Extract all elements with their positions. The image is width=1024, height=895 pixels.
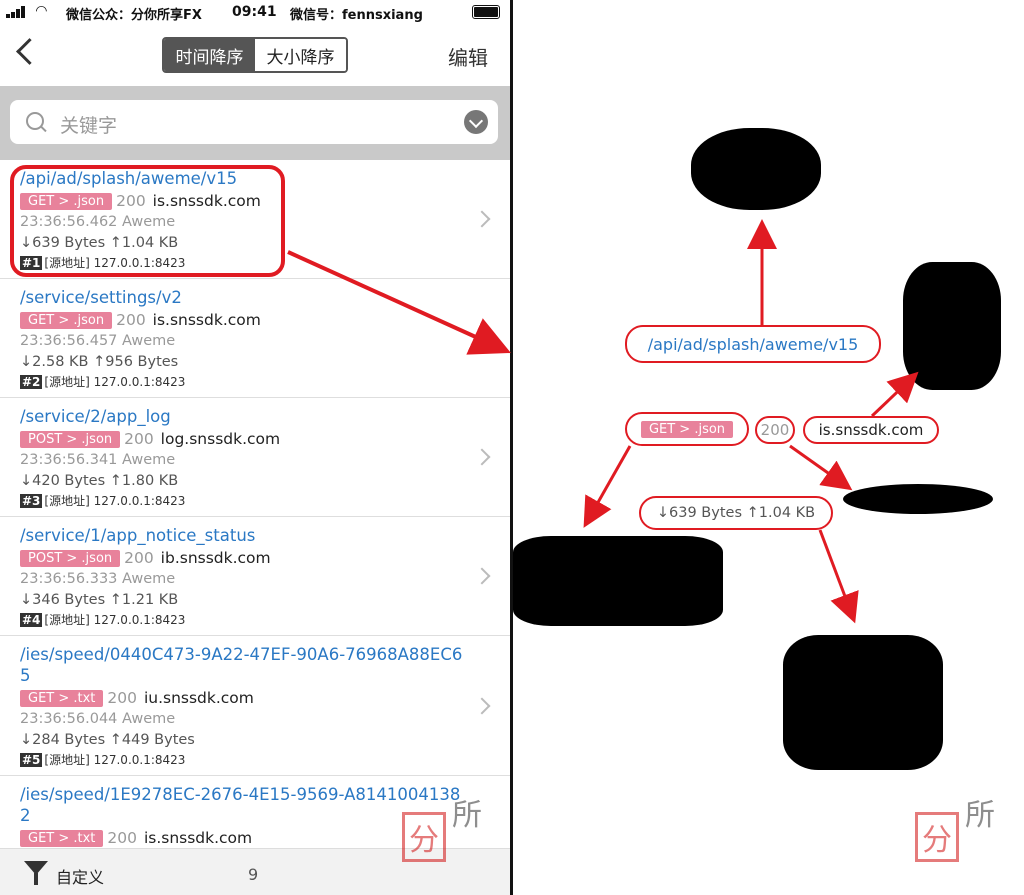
battery-icon [472,5,500,19]
bytes: ↓420 Bytes ↑1.80 KB [20,473,179,489]
nav-bar: 时间降序 大小降序 编辑 [0,24,510,86]
source-address: [源地址] 127.0.0.1:8423 [44,613,186,627]
search-input[interactable]: 关键字 [10,100,498,144]
redaction-scribble [783,635,943,770]
time-app: 23:36:56.341 Aweme [20,452,176,468]
method-tag: POST > .json [20,431,121,448]
time-app: 23:36:56.457 Aweme [20,333,176,349]
source-address: [源地址] 127.0.0.1:8423 [44,494,186,508]
bytes-bubble: ↓639 Bytes ↑1.04 KB [639,496,833,530]
search-bar-area: 关键字 [0,86,510,160]
request-path: /service/1/app_notice_status [20,526,256,545]
host: ib.snssdk.com [160,549,271,567]
method-tag: GET > .txt [20,690,104,707]
request-path: /ies/speed/0440C473-9A22-47EF-90A6-76968… [20,645,463,685]
source-address: [源地址] 127.0.0.1:8423 [44,753,186,767]
watermark-char: 所 [965,798,995,833]
filter-icon[interactable] [24,861,48,885]
list-item[interactable]: /service/settings/v2 GET > .json 200 is.s… [0,279,510,398]
edit-button[interactable]: 编辑 [448,42,488,71]
method-tag: GET > .json [20,312,113,329]
redaction-scribble [843,484,993,514]
signal-icon [6,6,30,18]
time-app: 23:36:56.333 Aweme [20,571,176,587]
method-tag: GET > .json [640,420,734,438]
request-count: 9 [248,865,259,884]
host: is.snssdk.com [152,311,261,329]
time-app: 23:36:56.044 Aweme [20,711,176,727]
phone-screen: ◠ 微信公众：分你所享FX 09:41 微信号：fennsxiang 时间降序 … [0,0,510,895]
host: is.snssdk.com [143,829,253,847]
seg-time-desc[interactable]: 时间降序 [164,39,255,71]
highlight-box [10,165,285,277]
status-code: 200 [124,549,154,567]
chevron-down-icon[interactable] [464,110,488,134]
path-bubble: /api/ad/splash/aweme/v15 [625,325,881,363]
bytes: ↓284 Bytes ↑449 Bytes [20,732,195,748]
seg-size-desc[interactable]: 大小降序 [255,39,346,71]
status-left-text: 微信公众：分你所享FX [66,8,202,23]
bytes: ↓2.58 KB ↑956 Bytes [20,354,179,370]
status-bubble: 200 [755,416,795,444]
redaction-scribble [513,536,723,626]
source-address: [源地址] 127.0.0.1:8423 [44,375,186,389]
watermark-char: 分 [402,812,446,862]
watermark-char: 分 [915,812,959,862]
search-placeholder: 关键字 [60,115,118,137]
host: log.snssdk.com [160,430,281,448]
request-number: #2 [20,375,43,389]
request-path: /service/settings/v2 [20,288,182,307]
wifi-icon: ◠ [36,3,47,19]
back-icon[interactable] [10,36,40,72]
list-item[interactable]: /service/1/app_notice_status POST > .jso… [0,517,510,636]
custom-filter-button[interactable]: 自定义 [56,864,104,888]
list-item[interactable]: /service/2/app_log POST > .json 200 log.s… [0,398,510,517]
bytes: ↓346 Bytes ↑1.21 KB [20,592,179,608]
status-code: 200 [107,689,137,707]
status-code: 200 [107,829,137,847]
request-number: #5 [20,753,43,767]
method-tag: GET > .txt [20,830,104,847]
request-path: /service/2/app_log [20,407,171,426]
list-item[interactable]: /ies/speed/0440C473-9A22-47EF-90A6-76968… [0,636,510,776]
request-number: #3 [20,494,43,508]
status-time: 09:41 [232,4,277,20]
status-code: 200 [116,311,146,329]
host: iu.snssdk.com [143,689,254,707]
request-number: #4 [20,613,43,627]
status-right-text: 微信号：fennsxiang [290,8,423,23]
redaction-scribble [691,128,821,210]
watermark-char: 所 [452,798,482,833]
annotation-panel: /api/ad/splash/aweme/v15 GET > .json 200… [513,0,1024,895]
status-bar: ◠ 微信公众：分你所享FX 09:41 微信号：fennsxiang [0,0,510,24]
search-icon [26,112,44,130]
method-tag: POST > .json [20,550,121,567]
host-bubble: is.snssdk.com [803,416,939,444]
status-code: 200 [124,430,154,448]
method-bubble: GET > .json [625,412,749,446]
redaction-scribble [903,262,1001,390]
sort-segmented-control: 时间降序 大小降序 [162,37,348,73]
